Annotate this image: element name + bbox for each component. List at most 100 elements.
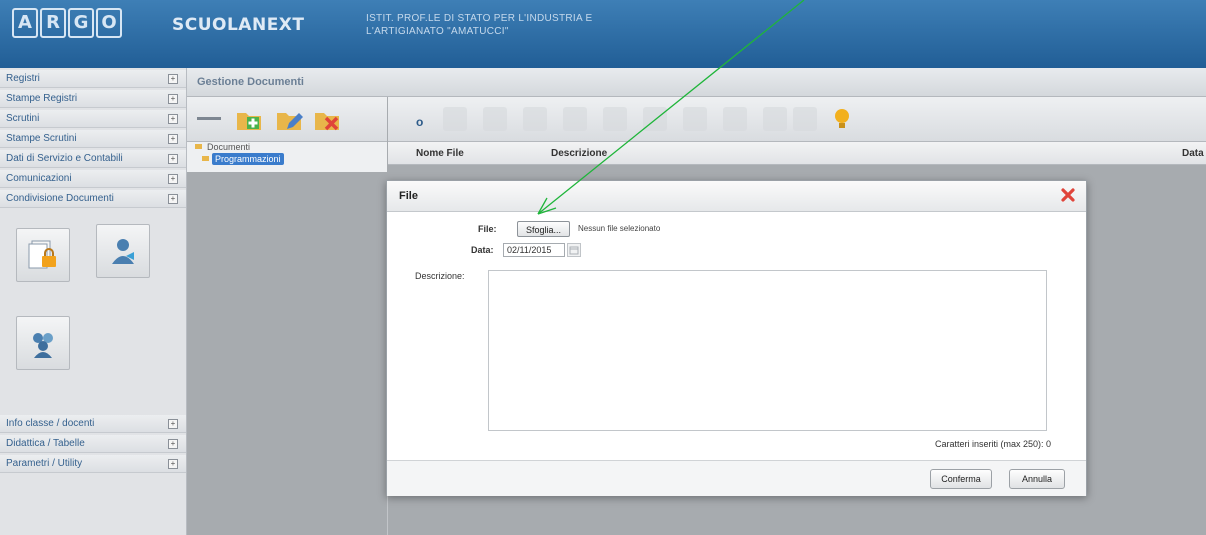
sidebar-item-label: Scrutini bbox=[6, 113, 40, 124]
sidebar-item-condivisione-documenti[interactable]: Condivisione Documenti + bbox=[0, 190, 186, 208]
sidebar-item-label: Stampe Scrutini bbox=[6, 133, 77, 144]
tree-node-documenti[interactable]: Documenti bbox=[207, 142, 250, 152]
lightbulb-icon bbox=[835, 109, 849, 128]
cancel-button[interactable]: Annulla bbox=[1009, 469, 1065, 489]
edit-folder-icon bbox=[277, 113, 303, 130]
no-file-selected-text: Nessun file selezionato bbox=[578, 224, 661, 233]
file-label: File: bbox=[478, 224, 497, 234]
character-counter: Caratteri inseriti (max 250): 0 bbox=[934, 439, 1051, 449]
logo-letter: A bbox=[12, 8, 38, 38]
choose-file-button[interactable]: Sfoglia... bbox=[517, 221, 570, 237]
add-folder-icon bbox=[237, 113, 261, 130]
date-field[interactable] bbox=[503, 243, 565, 257]
sidebar-item-parametri[interactable]: Parametri / Utility + bbox=[0, 455, 186, 473]
tree-node-programmazioni[interactable]: Programmazioni bbox=[212, 153, 284, 165]
app-name: SCUOLANEXT bbox=[172, 15, 305, 35]
files-table-header: Nome File Descrizione Data bbox=[388, 142, 1206, 165]
expand-icon[interactable]: + bbox=[168, 439, 178, 449]
school-name-line2: L'ARTIGIANATO "AMATUCCI" bbox=[366, 26, 509, 37]
toolbar-disabled-button bbox=[643, 107, 667, 131]
group-users-icon bbox=[33, 333, 53, 358]
sidebar-item-info-classe[interactable]: Info classe / docenti + bbox=[0, 415, 186, 433]
toolbar-disabled-button bbox=[443, 107, 467, 131]
sidebar-item-label: Dati di Servizio e Contabili bbox=[6, 153, 123, 164]
expand-icon[interactable]: + bbox=[168, 74, 178, 84]
sidebar-item-label: Condivisione Documenti bbox=[6, 193, 114, 204]
edit-folder-button[interactable] bbox=[275, 105, 303, 133]
logo-letter: G bbox=[68, 8, 94, 38]
expand-icon[interactable]: + bbox=[168, 154, 178, 164]
school-name-line1: ISTIT. PROF.LE DI STATO PER L'INDUSTRIA … bbox=[366, 13, 593, 24]
column-header-name[interactable]: Nome File bbox=[416, 148, 464, 159]
date-label: Data: bbox=[471, 245, 494, 255]
sidebar-item-label: Registri bbox=[6, 73, 40, 84]
school-name: ISTIT. PROF.LE DI STATO PER L'INDUSTRIA … bbox=[366, 12, 592, 38]
sidebar-menu-bottom: Info classe / docenti + Didattica / Tabe… bbox=[0, 415, 186, 473]
tile-share-group[interactable] bbox=[16, 316, 70, 370]
confirm-button[interactable]: Conferma bbox=[930, 469, 992, 489]
folder-icon bbox=[195, 144, 202, 149]
sidebar-item-comunicazioni[interactable]: Comunicazioni + bbox=[0, 170, 186, 188]
folder-tree: Documenti Programmazioni bbox=[187, 142, 387, 172]
expand-icon[interactable]: + bbox=[168, 134, 178, 144]
sidebar-item-label: Info classe / docenti bbox=[6, 418, 95, 429]
document-lock-icon bbox=[28, 240, 56, 269]
dialog-footer: Conferma Annulla bbox=[387, 460, 1086, 496]
close-button[interactable] bbox=[1060, 187, 1076, 203]
argo-logo: A R G O bbox=[12, 8, 122, 38]
toolbar-disabled-button bbox=[683, 107, 707, 131]
calendar-button[interactable] bbox=[567, 243, 581, 257]
add-folder-button[interactable] bbox=[235, 105, 263, 133]
sidebar-item-label: Comunicazioni bbox=[6, 173, 72, 184]
expand-icon[interactable]: + bbox=[168, 174, 178, 184]
sidebar-item-registri[interactable]: Registri + bbox=[0, 70, 186, 88]
sidebar-item-dati-servizio[interactable]: Dati di Servizio e Contabili + bbox=[0, 150, 186, 168]
refresh-icon[interactable]: o bbox=[416, 115, 423, 129]
sidebar-item-didattica[interactable]: Didattica / Tabelle + bbox=[0, 435, 186, 453]
dialog-titlebar: File bbox=[387, 181, 1086, 212]
folder-icon bbox=[202, 156, 209, 161]
toolbar-disabled-button bbox=[563, 107, 587, 131]
logo-letter: O bbox=[96, 8, 122, 38]
file-upload-dialog: File File: Sfoglia... Nessun file selezi… bbox=[386, 180, 1087, 496]
app-window: A R G O SCUOLANEXT ISTIT. PROF.LE DI STA… bbox=[0, 0, 1206, 535]
expand-icon[interactable]: + bbox=[168, 459, 178, 469]
expand-icon[interactable]: + bbox=[168, 114, 178, 124]
sidebar-menu-top: Registri + Stampe Registri + Scrutini + … bbox=[0, 70, 186, 208]
toolbar-disabled-button bbox=[523, 107, 547, 131]
files-toolbar: o bbox=[388, 97, 1206, 142]
sidebar-item-label: Didattica / Tabelle bbox=[6, 438, 85, 449]
sidebar-item-label: Parametri / Utility bbox=[6, 458, 83, 469]
folder-tree-panel: Documenti Programmazioni bbox=[187, 97, 387, 535]
toolbar-disabled-button bbox=[763, 107, 787, 131]
sidebar-item-stampe-registri[interactable]: Stampe Registri + bbox=[0, 90, 186, 108]
user-share-icon bbox=[112, 239, 134, 264]
expand-icon[interactable]: + bbox=[168, 94, 178, 104]
logo-letter: R bbox=[40, 8, 66, 38]
calendar-icon bbox=[569, 246, 579, 255]
column-header-description[interactable]: Descrizione bbox=[551, 148, 607, 159]
delete-folder-button[interactable] bbox=[313, 105, 341, 133]
column-header-date[interactable]: Data bbox=[1182, 148, 1204, 159]
info-bulb-button[interactable] bbox=[828, 105, 856, 133]
tile-documents-lock[interactable] bbox=[16, 228, 70, 282]
page-title: Gestione Documenti bbox=[197, 76, 304, 88]
toolbar-disabled-button bbox=[793, 107, 817, 131]
tile-share-user[interactable] bbox=[96, 224, 150, 278]
sidebar-item-stampe-scrutini[interactable]: Stampe Scrutini + bbox=[0, 130, 186, 148]
toolbar-disabled-button bbox=[603, 107, 627, 131]
collapse-all-icon[interactable] bbox=[197, 117, 221, 120]
sidebar-item-label: Stampe Registri bbox=[6, 93, 78, 104]
close-icon bbox=[1061, 188, 1075, 202]
description-textarea[interactable] bbox=[488, 270, 1047, 431]
collapse-icon[interactable]: + bbox=[168, 194, 178, 204]
dialog-title: File bbox=[399, 190, 418, 202]
sidebar-item-scrutini[interactable]: Scrutini + bbox=[0, 110, 186, 128]
toolbar-disabled-button bbox=[723, 107, 747, 131]
delete-folder-icon bbox=[315, 113, 339, 131]
description-label: Descrizione: bbox=[415, 271, 465, 281]
toolbar-disabled-button bbox=[483, 107, 507, 131]
expand-icon[interactable]: + bbox=[168, 419, 178, 429]
left-sidebar: Registri + Stampe Registri + Scrutini + … bbox=[0, 68, 187, 535]
main-title-bar: Gestione Documenti bbox=[187, 68, 1206, 97]
